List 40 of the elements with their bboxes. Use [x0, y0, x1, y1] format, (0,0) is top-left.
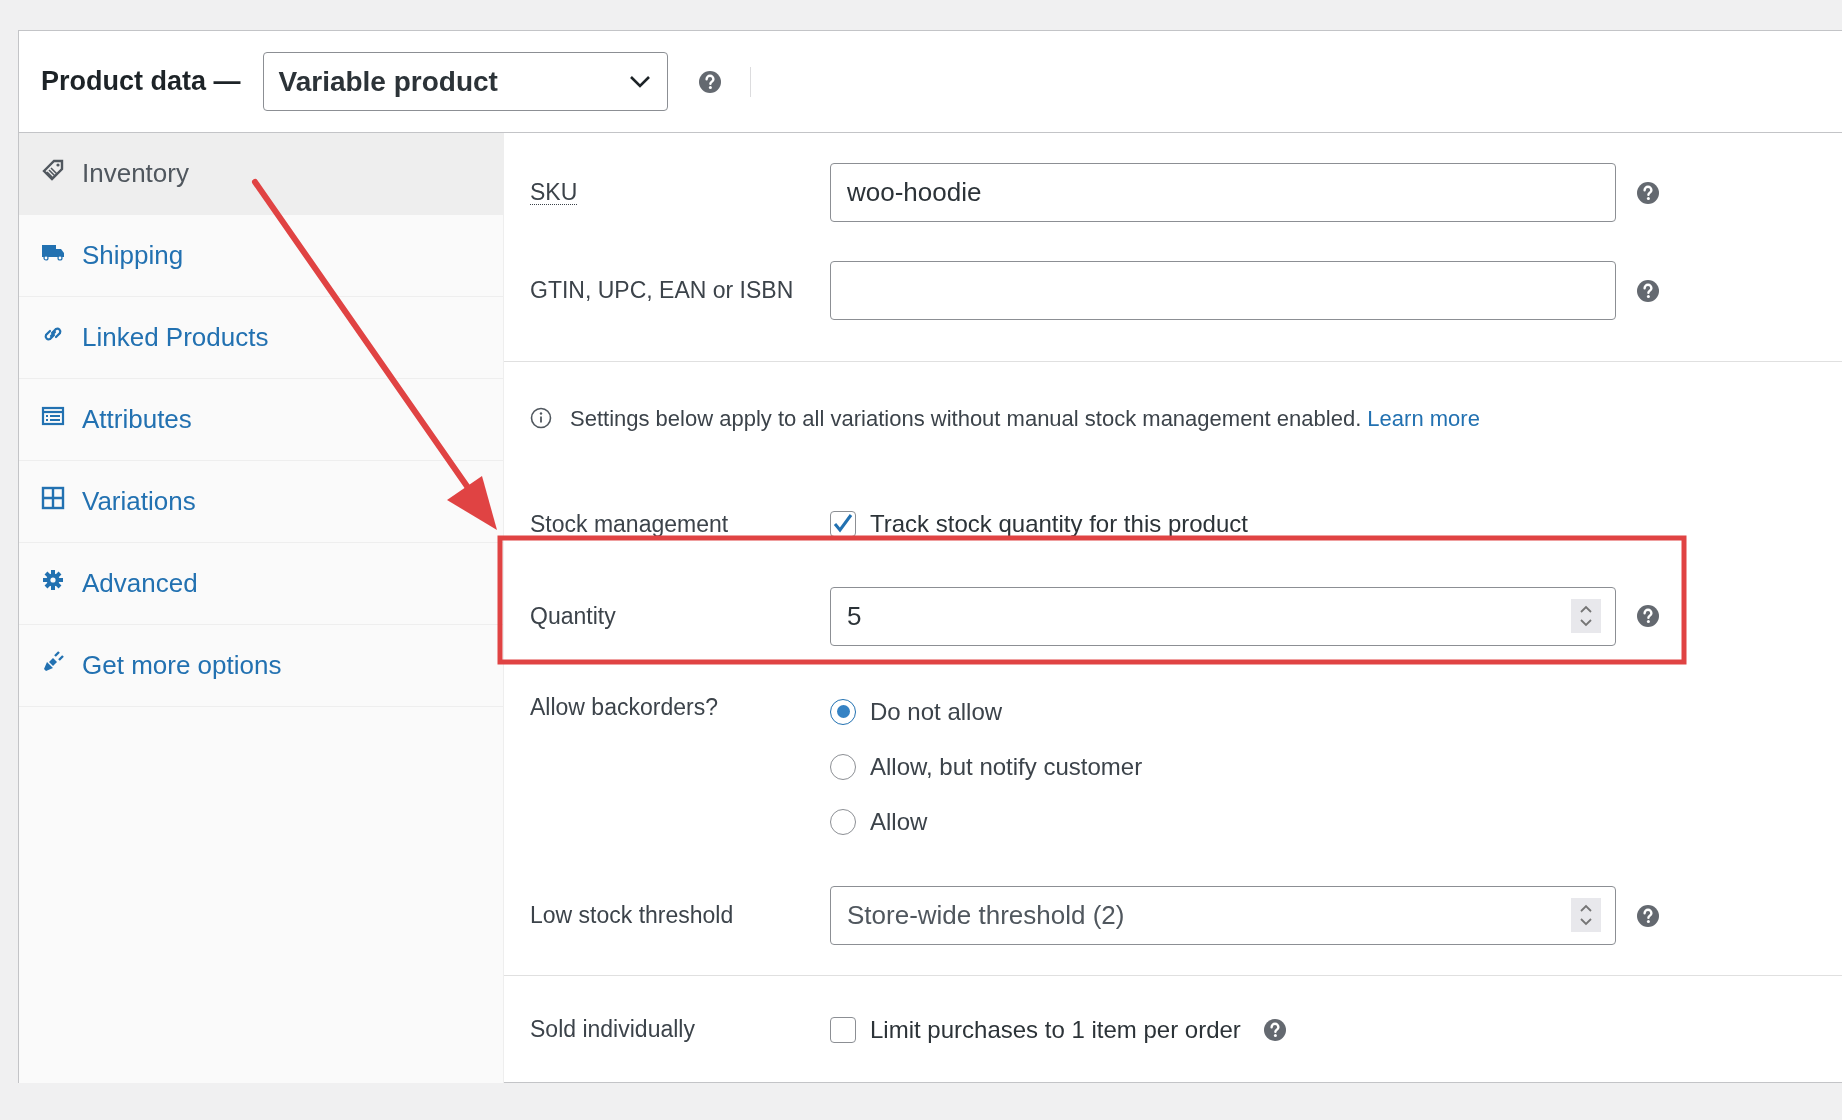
tag-icon: [41, 157, 65, 182]
checkbox[interactable]: [830, 511, 856, 537]
help-icon[interactable]: [1636, 278, 1660, 303]
radio-label: Allow, but notify customer: [870, 751, 1143, 782]
field-label: Quantity: [530, 601, 617, 631]
help-icon[interactable]: [1636, 180, 1660, 205]
help-icon[interactable]: [697, 69, 722, 94]
help-icon[interactable]: [1636, 604, 1660, 628]
sidebar-tab[interactable]: Inventory: [19, 133, 503, 215]
field-label: GTIN, UPC, EAN or ISBN: [530, 276, 795, 306]
spinner-icon[interactable]: [1571, 898, 1601, 932]
input-field[interactable]: Store-wide threshold (2): [830, 886, 1616, 945]
settings-icon: [41, 567, 65, 592]
field-label: Sold individually: [530, 1015, 696, 1045]
plug-icon: [41, 649, 65, 674]
radio-label: Do not allow: [870, 696, 1003, 727]
spinner-icon[interactable]: [1571, 598, 1601, 633]
input-field[interactable]: [830, 261, 1616, 320]
panel-title: Product data —: [41, 65, 241, 99]
info-icon: [530, 407, 552, 429]
product-type-dropdown[interactable]: Variable product: [262, 52, 668, 111]
field-label: SKU: [530, 178, 579, 208]
field-label: Allow backorders?: [530, 693, 719, 722]
field-label: Low stock threshold: [530, 901, 735, 931]
checkbox[interactable]: [830, 1016, 856, 1043]
notice-text: Settings below apply to all variations without manual stock management enabled. Learn more: [570, 404, 1480, 433]
input-field[interactable]: woo-hoodie: [830, 163, 1616, 222]
input-field[interactable]: 5: [830, 586, 1616, 646]
radio-button[interactable]: [830, 698, 856, 725]
chevron-down-icon: [628, 74, 651, 89]
help-icon[interactable]: [1262, 1017, 1287, 1042]
checkbox-label: Limit purchases to 1 item per order: [870, 1014, 1241, 1045]
learn-more-link[interactable]: Learn more: [1367, 405, 1480, 431]
field-label: Stock management: [530, 509, 730, 539]
grid-icon: [41, 485, 65, 510]
checkbox-label: Track stock quantity for this product: [870, 509, 1248, 539]
radio-label: Allow: [870, 806, 928, 837]
help-icon[interactable]: [1636, 903, 1660, 928]
radio-button[interactable]: [830, 753, 856, 780]
radio-button[interactable]: [830, 808, 856, 835]
